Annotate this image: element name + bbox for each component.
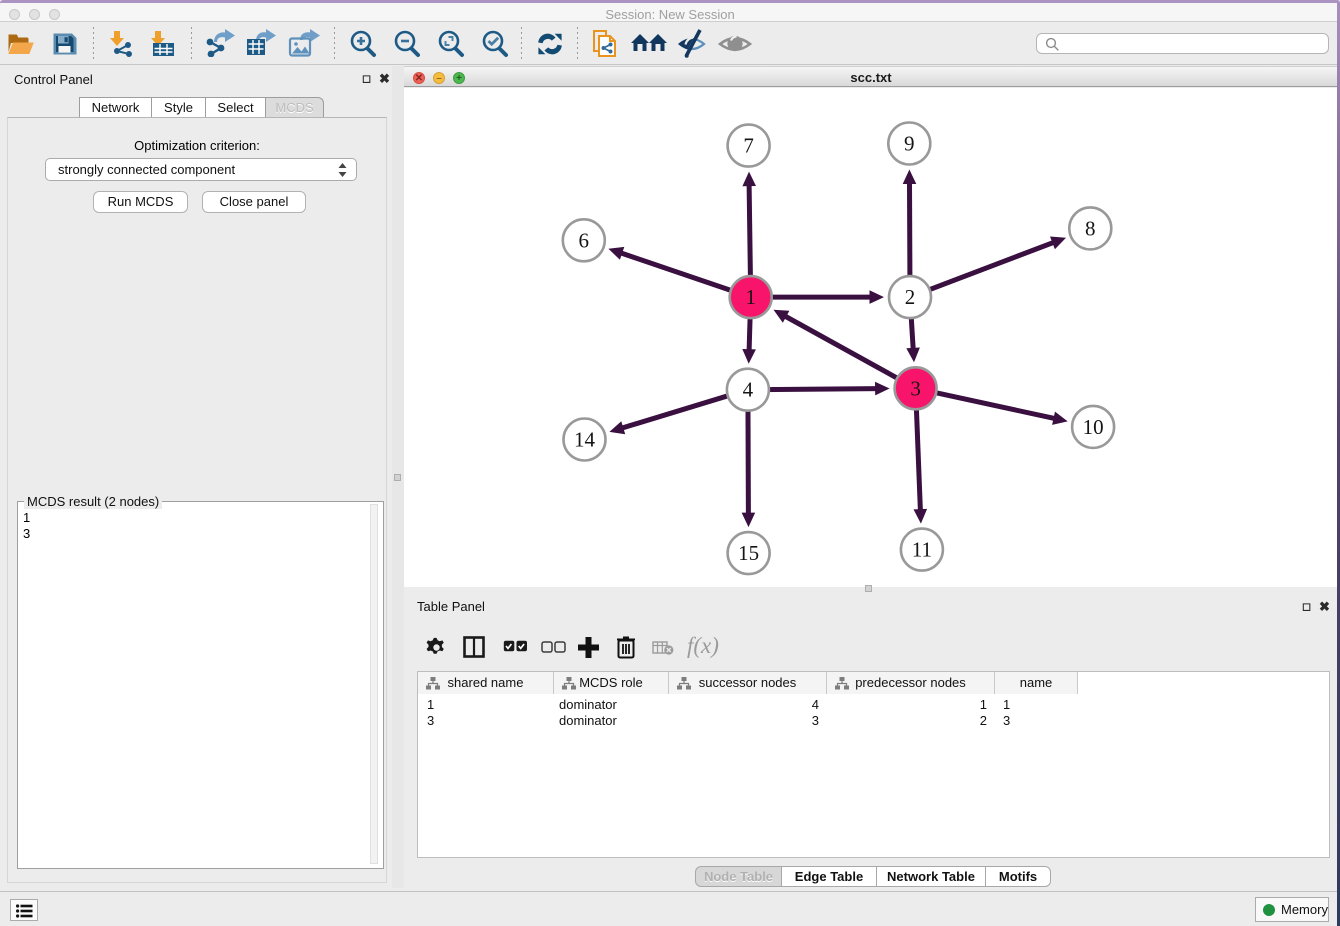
svg-text:8: 8 <box>1085 216 1096 240</box>
svg-text:7: 7 <box>743 134 754 158</box>
svg-text:6: 6 <box>579 228 590 252</box>
svg-text:9: 9 <box>904 132 915 156</box>
svg-text:14: 14 <box>574 428 596 452</box>
svg-text:10: 10 <box>1083 415 1104 439</box>
svg-text:1: 1 <box>745 285 756 309</box>
svg-text:4: 4 <box>743 378 754 402</box>
svg-text:2: 2 <box>905 285 916 309</box>
svg-text:3: 3 <box>910 376 921 400</box>
svg-text:11: 11 <box>912 538 932 562</box>
svg-text:15: 15 <box>738 541 759 565</box>
